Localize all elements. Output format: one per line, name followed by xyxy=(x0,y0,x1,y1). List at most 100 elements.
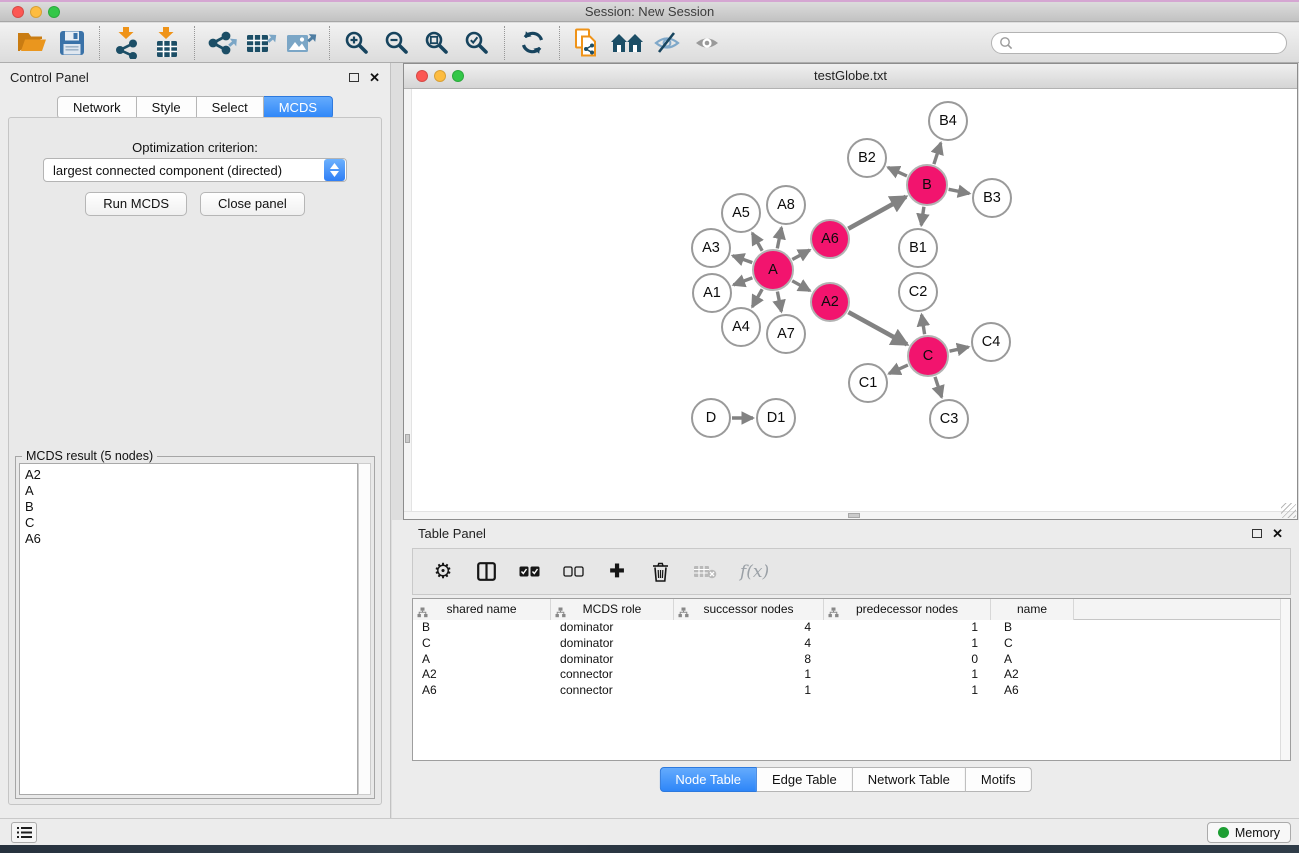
mcds-result-list[interactable]: A2ABCA6 xyxy=(19,463,358,795)
table-cell[interactable]: 1 xyxy=(824,636,991,652)
edge-A-A1[interactable] xyxy=(734,278,753,285)
edge-A-A2[interactable] xyxy=(792,281,810,291)
graph-node-A6[interactable]: A6 xyxy=(810,219,850,259)
select-all-icon[interactable] xyxy=(519,558,540,586)
mcds-result-item[interactable]: A2 xyxy=(20,467,357,483)
table-cell[interactable]: 1 xyxy=(674,667,824,683)
network-zoom-button[interactable] xyxy=(452,70,464,82)
mcds-list-scrollbar[interactable] xyxy=(358,463,371,795)
float-panel-icon[interactable] xyxy=(1252,529,1262,538)
table-cell[interactable]: connector xyxy=(551,683,674,699)
column-header-shared-name[interactable]: shared name xyxy=(413,599,551,620)
memory-button[interactable]: Memory xyxy=(1207,822,1291,843)
close-panel-icon[interactable]: ✕ xyxy=(1272,526,1283,542)
table-row-C[interactable]: Cdominator41C xyxy=(413,636,1290,652)
graph-node-C2[interactable]: C2 xyxy=(898,272,938,312)
table-cell[interactable]: A6 xyxy=(413,683,551,699)
column-header-MCDS-role[interactable]: MCDS role xyxy=(551,599,674,620)
table-cell[interactable]: dominator xyxy=(551,636,674,652)
edge-B-B3[interactable] xyxy=(949,189,970,193)
column-header-name[interactable]: name xyxy=(991,599,1074,620)
column-header-predecessor-nodes[interactable]: predecessor nodes xyxy=(824,599,991,620)
optimization-select[interactable]: largest connected component (directed) xyxy=(43,158,347,182)
table-cell[interactable]: A2 xyxy=(413,667,551,683)
edge-B-B2[interactable] xyxy=(888,167,907,176)
graph-node-C1[interactable]: C1 xyxy=(848,363,888,403)
table-row-A6[interactable]: A6connector11A6 xyxy=(413,683,1290,699)
table-cell[interactable]: A6 xyxy=(991,683,1074,699)
edge-B-B4[interactable] xyxy=(934,143,941,164)
graph-node-A4[interactable]: A4 xyxy=(721,307,761,347)
table-scrollbar[interactable] xyxy=(1280,599,1290,760)
table-cell[interactable]: A2 xyxy=(991,667,1074,683)
graph-node-B1[interactable]: B1 xyxy=(898,228,938,268)
edge-C-C1[interactable] xyxy=(889,365,908,374)
zoom-in-button[interactable] xyxy=(337,25,377,61)
clone-network-button[interactable] xyxy=(567,25,607,61)
table-cell[interactable]: C xyxy=(991,636,1074,652)
edge-C-C4[interactable] xyxy=(950,347,969,351)
edge-C-C3[interactable] xyxy=(935,377,942,397)
tab-motifs[interactable]: Motifs xyxy=(966,767,1032,792)
edge-A-A6[interactable] xyxy=(792,250,810,260)
hide-selected-icon[interactable] xyxy=(647,25,687,61)
graph-node-C4[interactable]: C4 xyxy=(971,322,1011,362)
graph-node-A5[interactable]: A5 xyxy=(721,193,761,233)
edge-C-C2[interactable] xyxy=(922,315,925,335)
minimize-window-button[interactable] xyxy=(30,6,42,18)
edge-A-A4[interactable] xyxy=(752,289,762,307)
scrollbar-thumb[interactable] xyxy=(848,513,860,518)
table-cell[interactable]: C xyxy=(413,636,551,652)
resize-grip[interactable] xyxy=(1281,503,1296,518)
network-close-button[interactable] xyxy=(416,70,428,82)
export-network-button[interactable] xyxy=(202,25,242,61)
table-cell[interactable]: 1 xyxy=(824,667,991,683)
graph-node-A1[interactable]: A1 xyxy=(692,273,732,313)
graph-node-A8[interactable]: A8 xyxy=(766,185,806,225)
refresh-button[interactable] xyxy=(512,25,552,61)
zoom-fit-button[interactable] xyxy=(417,25,457,61)
mcds-result-item[interactable]: B xyxy=(20,499,357,515)
network-view-window[interactable]: testGlobe.txt AA1A2A3A4A5A6A7A8BB1B2B3B4… xyxy=(403,63,1298,520)
graph-node-D[interactable]: D xyxy=(691,398,731,438)
network-canvas[interactable]: AA1A2A3A4A5A6A7A8BB1B2B3B4CC1C2C3C4DD1 xyxy=(404,89,1297,519)
select-stepper-icon[interactable] xyxy=(324,159,345,181)
search-field[interactable] xyxy=(991,32,1287,54)
table-cell[interactable]: dominator xyxy=(551,652,674,668)
import-network-button[interactable] xyxy=(107,25,147,61)
graph-node-D1[interactable]: D1 xyxy=(756,398,796,438)
graph-node-A[interactable]: A xyxy=(752,249,794,291)
export-table-button[interactable] xyxy=(242,25,282,61)
table-cell[interactable]: 1 xyxy=(674,683,824,699)
tab-edge-table[interactable]: Edge Table xyxy=(757,767,853,792)
edge-A-A3[interactable] xyxy=(733,256,753,263)
zoom-out-button[interactable] xyxy=(377,25,417,61)
table-cell[interactable]: 8 xyxy=(674,652,824,668)
table-cell[interactable]: 1 xyxy=(824,683,991,699)
table-cell[interactable]: A xyxy=(991,652,1074,668)
edge-A-A7[interactable] xyxy=(777,292,781,312)
app-titlebar[interactable]: Session: New Session xyxy=(0,2,1299,22)
task-history-button[interactable] xyxy=(11,822,37,843)
import-table-button[interactable] xyxy=(147,25,187,61)
close-panel-icon[interactable]: ✕ xyxy=(369,70,380,86)
table-cell[interactable]: A xyxy=(413,652,551,668)
mcds-result-item[interactable]: C xyxy=(20,515,357,531)
graph-node-C[interactable]: C xyxy=(907,335,949,377)
table-row-B[interactable]: Bdominator41B xyxy=(413,620,1290,636)
graph-node-A2[interactable]: A2 xyxy=(810,282,850,322)
tab-style[interactable]: Style xyxy=(137,96,197,119)
network-horizontal-scrollbar[interactable] xyxy=(404,511,1297,519)
zoom-selected-button[interactable] xyxy=(457,25,497,61)
graph-node-B4[interactable]: B4 xyxy=(928,101,968,141)
network-vertical-scrollbar[interactable] xyxy=(404,89,412,511)
table-row-A[interactable]: Adominator80A xyxy=(413,652,1290,668)
table-cell[interactable]: 0 xyxy=(824,652,991,668)
mcds-result-item[interactable]: A6 xyxy=(20,531,357,547)
add-column-icon[interactable]: ✚ xyxy=(607,558,627,586)
scrollbar-thumb[interactable] xyxy=(405,434,410,443)
delete-column-icon[interactable] xyxy=(650,558,670,586)
edge-A2-C[interactable] xyxy=(848,312,907,344)
table-settings-icon[interactable]: ⚙ xyxy=(433,558,453,586)
table-cell[interactable]: B xyxy=(991,620,1074,636)
